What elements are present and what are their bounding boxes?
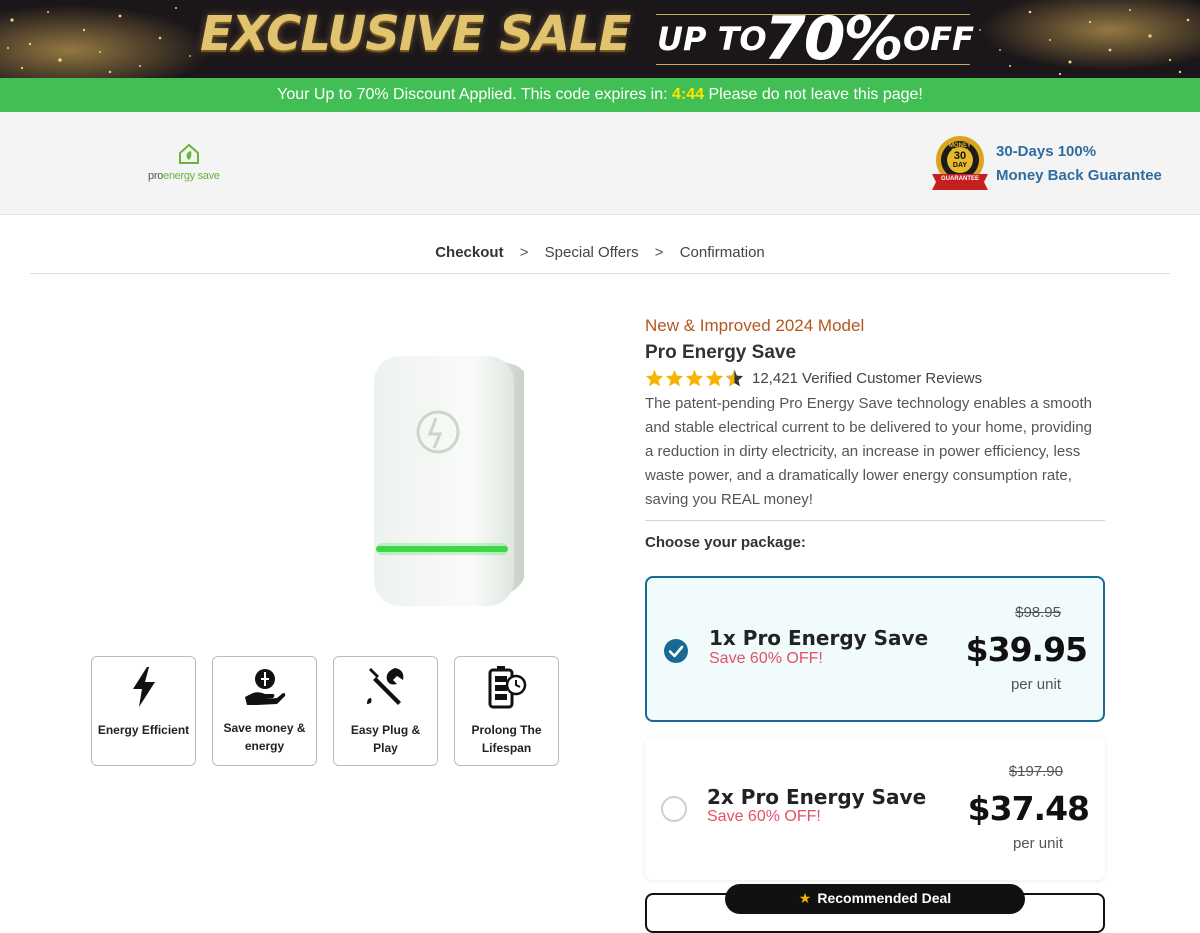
brand-logo[interactable]: proenergy save: [148, 142, 238, 186]
discount-suffix: Please do not leave this page!: [704, 86, 923, 103]
feature-card: Prolong The Lifespan: [454, 656, 559, 766]
half-star-icon: [725, 369, 744, 387]
star-icon: [645, 369, 664, 387]
feature-label: Save money & energy: [223, 721, 306, 753]
package-savings: Save 60% OFF!: [709, 650, 823, 667]
breadcrumb-separator: >: [519, 244, 529, 261]
package-price: $37.48: [967, 789, 1090, 828]
section-divider: [645, 520, 1105, 521]
sale-banner: EXCLUSIVE SALE UP TO 70% OFF: [0, 0, 1200, 78]
checked-radio-icon[interactable]: [663, 638, 689, 664]
package-option-2x[interactable]: 2x Pro Energy Save Save 60% OFF! $197.90…: [645, 737, 1105, 880]
package-unit: per unit: [1012, 835, 1063, 852]
star-icon: [685, 369, 704, 387]
package-price: $39.95: [965, 630, 1088, 669]
feature-card: Save money & energy: [212, 656, 317, 766]
guarantee-line-2: Money Back Guarantee: [996, 167, 1162, 184]
battery-clock-icon: [488, 666, 526, 709]
sale-title: EXCLUSIVE SALE: [200, 6, 631, 62]
discount-prefix: Your Up to 70% Discount Applied. This co…: [277, 86, 673, 103]
package-option-1x[interactable]: 1x Pro Energy Save Save 60% OFF! $98.95 …: [645, 576, 1105, 722]
product-name: Pro Energy Save: [645, 342, 797, 363]
feature-list: Energy Efficient Save money & energy Eas…: [91, 656, 559, 766]
feature-card: Energy Efficient: [91, 656, 196, 766]
rating-stars: [645, 369, 744, 387]
logo-text-energy: energy save: [163, 170, 220, 182]
guarantee-text: 30-Days 100% Money Back Guarantee: [996, 140, 1162, 188]
package-unit: per unit: [1010, 676, 1061, 693]
badge-ribbon-text: GUARANTEE: [940, 176, 979, 182]
site-header: proenergy save MONEY BACK 30 DAY GUARANT…: [0, 112, 1200, 215]
star-icon: [665, 369, 684, 387]
feature-label: Easy Plug & Play: [350, 723, 421, 755]
product-image: [374, 356, 524, 606]
logo-text: proenergy save: [148, 170, 220, 182]
banner-off: OFF: [903, 20, 974, 58]
banner-percent: 70%: [764, 4, 904, 74]
star-icon: [705, 369, 724, 387]
product-model: New & Improved 2024 Model: [645, 316, 865, 335]
recommended-label: Recommended Deal: [817, 890, 952, 906]
breadcrumb-checkout[interactable]: Checkout: [435, 244, 503, 261]
recommended-deal-badge: ★ Recommended Deal: [725, 884, 1025, 914]
breadcrumb-special-offers[interactable]: Special Offers: [545, 244, 639, 261]
package-old-price: $197.90: [1008, 763, 1063, 780]
breadcrumb-divider: [30, 273, 1170, 274]
lightning-icon: [132, 667, 155, 707]
logo-text-pro: pro: [148, 170, 163, 182]
money-hand-icon: [244, 669, 285, 705]
feature-label: Prolong The Lifespan: [471, 723, 542, 755]
package-savings: Save 60% OFF!: [707, 808, 821, 825]
guarantee-line-1: 30-Days 100%: [996, 143, 1097, 160]
star-icon: ★: [798, 890, 812, 906]
feature-label: Energy Efficient: [97, 723, 190, 737]
feature-card: Easy Plug & Play: [333, 656, 438, 766]
choose-package-label: Choose your package:: [645, 534, 806, 551]
badge-text-mid: 30: [953, 150, 967, 162]
breadcrumb-confirmation[interactable]: Confirmation: [680, 244, 765, 261]
countdown-timer: 4:44: [672, 86, 705, 103]
house-leaf-icon: [179, 143, 199, 164]
unchecked-radio-icon[interactable]: [661, 796, 687, 822]
breadcrumb: Checkout > Special Offers > Confirmation: [0, 244, 1200, 261]
tools-icon: [366, 668, 403, 705]
package-old-price: $98.95: [1015, 604, 1061, 621]
product-description: The patent-pending Pro Energy Save techn…: [645, 395, 1092, 508]
package-title: 1x Pro Energy Save: [709, 626, 929, 650]
review-count[interactable]: 12,421 Verified Customer Reviews: [752, 370, 982, 387]
product-info: New & Improved 2024 Model Pro Energy Sav…: [645, 316, 1105, 551]
product-rating: 12,421 Verified Customer Reviews: [645, 368, 1105, 388]
package-title: 2x Pro Energy Save: [707, 785, 927, 809]
breadcrumb-separator: >: [654, 244, 664, 261]
badge-text-day: DAY: [952, 162, 968, 169]
banner-up-to: UP TO: [657, 20, 767, 58]
discount-bar: Your Up to 70% Discount Applied. This co…: [0, 78, 1200, 112]
